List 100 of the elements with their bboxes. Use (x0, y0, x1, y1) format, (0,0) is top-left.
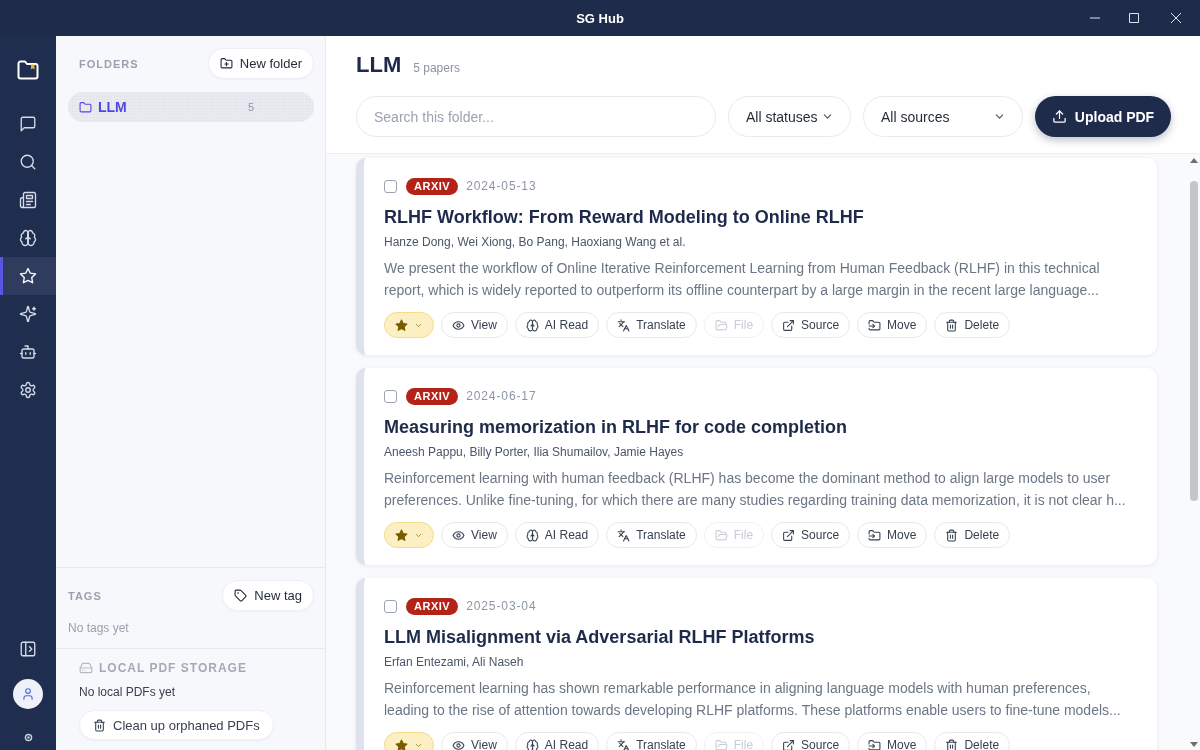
folder-arrow-icon (868, 318, 882, 332)
folder-logo-icon[interactable] (16, 59, 40, 80)
source-dropdown[interactable]: All sources (863, 96, 1023, 137)
new-folder-button[interactable]: New folder (207, 48, 314, 79)
translate-button[interactable]: Translate (606, 522, 697, 548)
search-icon (19, 153, 37, 171)
folder-title: LLM (356, 51, 402, 79)
star-icon (395, 738, 408, 750)
scroll-down-icon[interactable] (1190, 742, 1198, 747)
new-tag-button[interactable]: New tag (222, 580, 314, 611)
favorite-dropdown-button[interactable] (384, 312, 434, 338)
folder-icon (714, 318, 728, 332)
panel-toggle-icon (19, 640, 37, 658)
checkbox[interactable] (384, 389, 397, 403)
paper-title[interactable]: RLHF Workflow: From Reward Modeling to Online RLHF (384, 205, 1137, 229)
paper-authors: Erfan Entezami, Ali Naseh (384, 654, 525, 670)
checkbox[interactable] (384, 179, 397, 193)
status-dropdown[interactable]: All statuses (728, 96, 851, 137)
folder-arrow-icon (868, 528, 882, 542)
robot-icon (19, 343, 37, 361)
person-icon (21, 687, 35, 701)
star-icon (19, 267, 37, 285)
source-badge: ARXIV (406, 597, 459, 615)
delete-button[interactable]: Delete (934, 522, 1011, 548)
move-button[interactable]: Move (857, 732, 928, 750)
hard-drive-icon (79, 661, 93, 675)
ai-read-button[interactable]: AI Read (514, 522, 600, 548)
cleanup-button[interactable]: Clean up orphaned PDFs (79, 710, 274, 740)
folder-icon (714, 738, 728, 750)
view-button[interactable]: View (441, 312, 508, 338)
translate-icon (617, 318, 631, 332)
delete-button[interactable]: Delete (934, 312, 1011, 338)
eye-icon (452, 738, 465, 750)
eye-icon (452, 318, 465, 332)
avatar-button[interactable] (13, 679, 43, 709)
folder-item[interactable]: LLM 5 (68, 92, 314, 122)
source-button[interactable]: Source (771, 312, 851, 338)
chat-icon (19, 115, 37, 133)
brain-icon (525, 528, 539, 542)
view-button[interactable]: View (441, 732, 508, 750)
folder-icon (79, 100, 92, 114)
trash-icon (93, 718, 106, 732)
sparkles-icon (19, 305, 37, 323)
checkbox[interactable] (384, 599, 397, 613)
paper-date: 2024-05-13 (466, 179, 537, 193)
ai-read-button[interactable]: AI Read (514, 312, 600, 338)
folder-icon (714, 528, 728, 542)
paper-abstract: Reinforcement learning has shown remarkable performance in aligning language models with human preferences, leading to the rise of attention towards developing RLHF platforms. These platforms enable users to fine-tune models... (384, 679, 1122, 720)
trash-icon (945, 528, 959, 542)
star-icon (395, 528, 408, 542)
upload-icon (1051, 109, 1067, 124)
paper-authors: Aneesh Pappu, Billy Porter, Ilia Shumailov, Jamie Hayes (384, 444, 685, 460)
scroll-up-icon[interactable] (1190, 158, 1198, 163)
trash-icon (945, 318, 959, 332)
settings-icon (19, 381, 37, 399)
ring-icon[interactable] (23, 733, 33, 742)
star-icon (395, 318, 408, 332)
move-button[interactable]: Move (857, 522, 928, 548)
source-badge: ARXIV (406, 177, 459, 195)
source-badge: ARXIV (406, 387, 459, 405)
external-link-icon (782, 528, 796, 542)
move-button[interactable]: Move (857, 312, 928, 338)
external-link-icon (782, 318, 796, 332)
folder-count: 5 (247, 101, 254, 113)
delete-button[interactable]: Delete (934, 732, 1011, 750)
eye-icon (452, 528, 465, 542)
newspaper-icon (19, 191, 37, 209)
brain-icon (19, 229, 37, 247)
tags-empty-text: No tags yet (68, 620, 130, 636)
view-button[interactable]: View (441, 522, 508, 548)
storage-heading: LOCAL PDF STORAGE (99, 661, 247, 675)
translate-button[interactable]: Translate (606, 732, 697, 750)
search-field[interactable]: Search this folder... (356, 96, 716, 137)
paper-authors: Hanze Dong, Wei Xiong, Bo Pang, Haoxiang Wang et al. (384, 234, 687, 250)
brain-icon (525, 738, 539, 750)
brain-icon (525, 318, 539, 332)
paper-abstract: We present the workflow of Online Iterative Reinforcement Learning from Human Feedback (RLHF) in this technical report, which is widely reported to outperform its offline counterpart by a large margin in the recent large language... (384, 259, 1101, 300)
scrollbar-thumb[interactable] (1190, 181, 1198, 501)
tags-heading: TAGS (68, 589, 102, 602)
external-link-icon (782, 738, 796, 750)
translate-button[interactable]: Translate (606, 312, 697, 338)
trash-icon (945, 738, 959, 750)
star-nav-button[interactable] (0, 257, 56, 295)
folder-arrow-icon (868, 738, 882, 750)
paper-date: 2024-06-17 (466, 389, 537, 403)
translate-icon (617, 738, 631, 750)
paper-title[interactable]: Measuring memorization in RLHF for code completion (384, 415, 1137, 439)
folder-plus-icon (219, 57, 233, 70)
favorite-dropdown-button[interactable] (384, 522, 434, 548)
upload-pdf-button[interactable]: Upload PDF (1035, 96, 1171, 137)
maximize-icon[interactable] (1129, 13, 1139, 23)
paper-count: 5 papers (413, 61, 460, 75)
storage-empty-text: No local PDFs yet (79, 684, 176, 700)
folders-heading: FOLDERS (79, 57, 139, 70)
source-button[interactable]: Source (771, 732, 851, 750)
ai-read-button[interactable]: AI Read (514, 732, 600, 750)
close-icon[interactable] (1171, 13, 1181, 23)
paper-title[interactable]: LLM Misalignment via Adversarial RLHF Platforms (384, 625, 1137, 649)
paper-date: 2025-03-04 (466, 599, 537, 613)
source-button[interactable]: Source (771, 522, 851, 548)
